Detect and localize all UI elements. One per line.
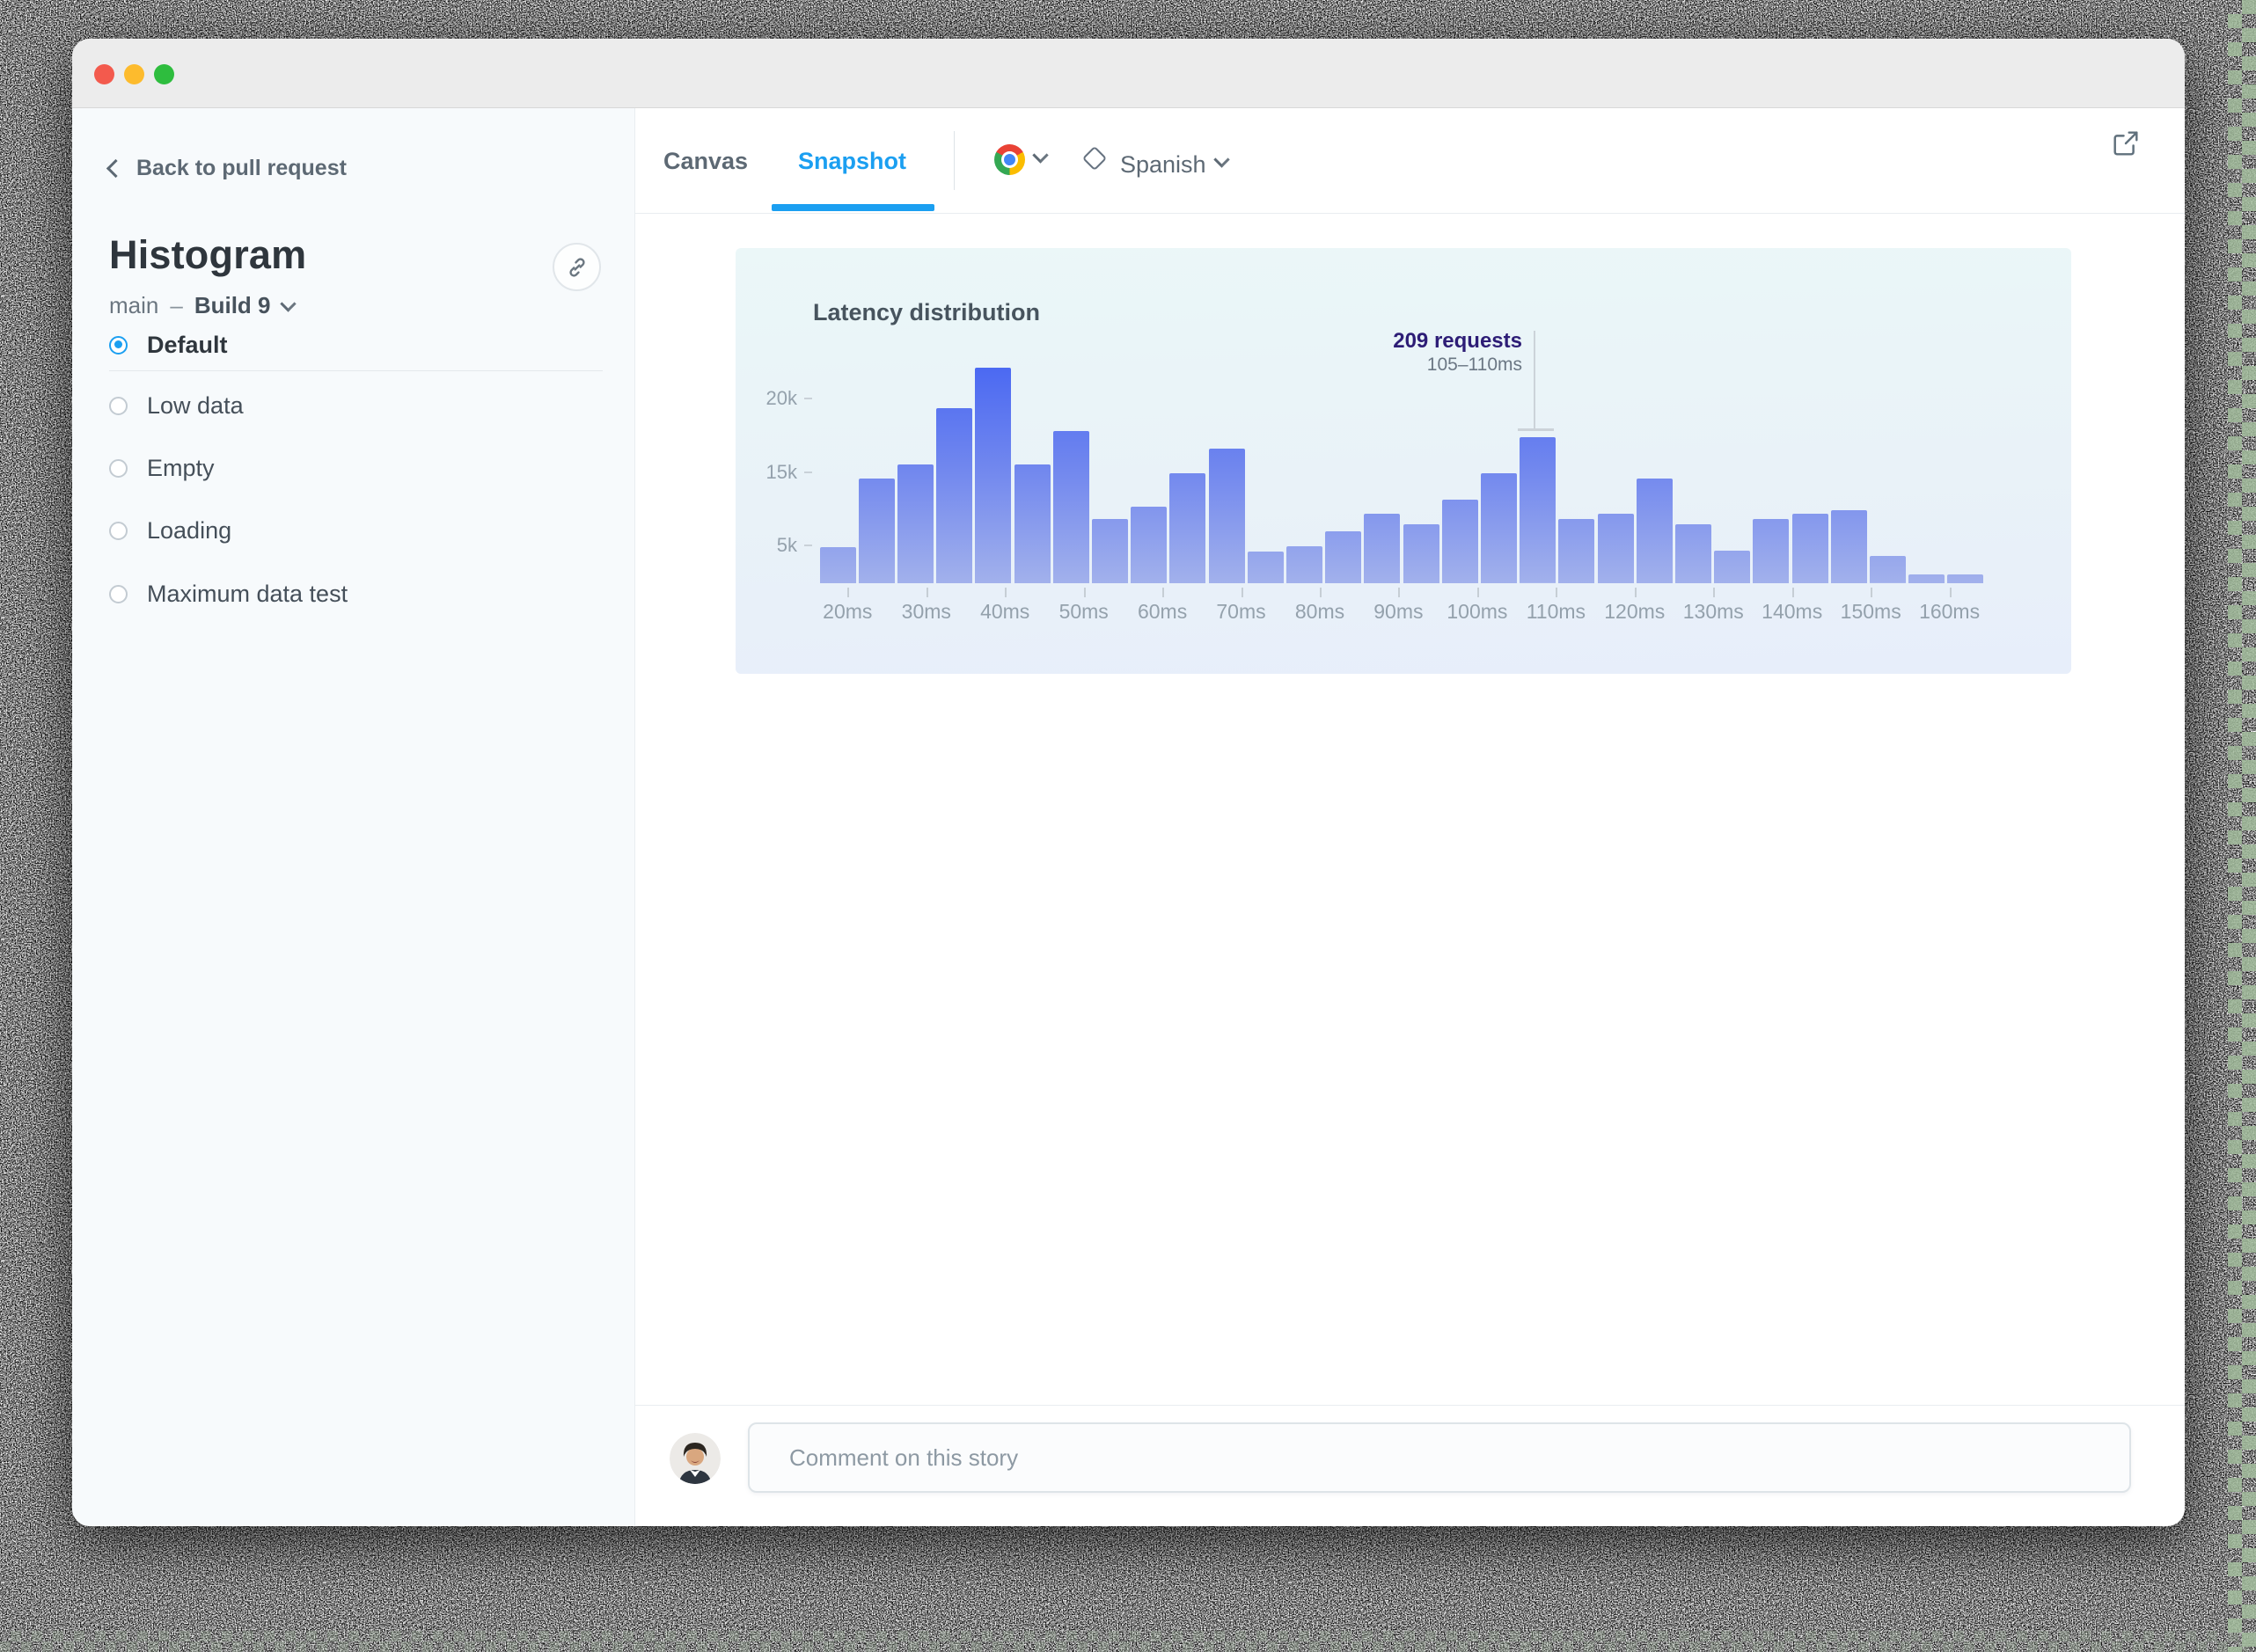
bar-120–125ms: [1636, 479, 1673, 584]
x-axis-tick: [1871, 588, 1873, 597]
x-axis-tick: [1556, 588, 1558, 597]
y-axis-label: 15k: [765, 460, 797, 483]
y-axis-label: 20k: [765, 387, 797, 410]
radio-selected-icon[interactable]: [109, 335, 128, 355]
x-axis-tick: [1713, 588, 1716, 597]
x-axis-label: 160ms: [1919, 600, 1981, 623]
bar-140–145ms: [1791, 513, 1828, 584]
x-axis-tick: [1241, 588, 1243, 597]
x-axis-tick: [1949, 588, 1952, 597]
chrome-icon[interactable]: [994, 144, 1025, 175]
story-item-label: Maximum data test: [147, 580, 348, 607]
x-axis-tick: [926, 588, 928, 597]
bar-60–65ms: [1169, 473, 1206, 584]
x-axis-tick: [1634, 588, 1637, 597]
bar-150–155ms: [1870, 556, 1907, 584]
active-tab-underline: [772, 204, 934, 211]
bar-50–55ms: [1092, 519, 1129, 584]
comment-divider: [635, 1405, 2185, 1406]
story-item-label: Loading: [147, 516, 232, 544]
y-axis-tick: [804, 545, 812, 546]
bar-85–90ms: [1364, 513, 1401, 584]
bar-20–25ms: [858, 478, 895, 584]
story-item-empty[interactable]: Empty: [109, 453, 215, 483]
tab-canvas[interactable]: Canvas: [663, 148, 748, 175]
bar-45–50ms: [1052, 430, 1089, 584]
avatar: [670, 1433, 721, 1484]
bar-155–160ms: [1908, 574, 1945, 584]
annotation-value: 209 requests: [1393, 329, 1522, 353]
story-item-low-data[interactable]: Low data: [109, 391, 244, 420]
bar-75–80ms: [1286, 546, 1323, 584]
tab-header-border: [635, 213, 2185, 214]
annotation-pointer-cap: [1518, 428, 1554, 431]
bar-105–110ms: [1520, 437, 1556, 584]
bar-110–115ms: [1558, 519, 1595, 584]
radio-icon[interactable]: [109, 521, 128, 540]
radio-icon[interactable]: [109, 396, 128, 415]
bar-135–140ms: [1753, 519, 1790, 584]
x-axis-tick: [1476, 588, 1479, 597]
snapshot-chart: Latency distribution 209 requests 105–11…: [736, 248, 2071, 674]
bar-70–75ms: [1247, 551, 1284, 584]
bar-40–45ms: [1014, 464, 1051, 584]
story-item-label: Low data: [147, 391, 244, 419]
bar-25–30ms: [897, 464, 934, 584]
bar-145–150ms: [1830, 509, 1867, 584]
radio-icon[interactable]: [109, 458, 128, 478]
bar-35–40ms: [975, 368, 1012, 584]
story-item-label: Empty: [147, 454, 215, 481]
bar-100–105ms: [1481, 473, 1518, 584]
x-axis-tick: [1791, 588, 1794, 597]
x-axis-tick: [1005, 588, 1007, 597]
x-axis-tick: [1162, 588, 1165, 597]
green-checker-strip: [2228, 0, 2256, 1652]
annotation-range: 105–110ms: [1426, 355, 1522, 375]
x-axis-tick: [1320, 588, 1322, 597]
y-axis-tick: [804, 471, 812, 473]
bar-80–85ms: [1325, 530, 1362, 584]
bar-160–165ms: [1947, 574, 1984, 584]
bar-15–20ms: [819, 546, 856, 584]
story-item-default[interactable]: Default: [109, 330, 228, 360]
radio-icon[interactable]: [109, 584, 128, 603]
locale-select[interactable]: Spanish: [1120, 151, 1206, 179]
bar-30–35ms: [936, 408, 973, 584]
bar-95–100ms: [1441, 500, 1478, 584]
bottom-checker-strip: [0, 1631, 2256, 1652]
bar-55–60ms: [1131, 507, 1168, 584]
story-item-loading[interactable]: Loading: [109, 515, 231, 545]
tab-snapshot[interactable]: Snapshot: [798, 148, 906, 175]
story-item-label: Default: [147, 331, 228, 358]
bar-90–95ms: [1403, 524, 1439, 584]
y-axis-label: 5k: [776, 534, 797, 556]
open-external-icon[interactable]: [2112, 129, 2140, 157]
tab-divider: [954, 131, 955, 190]
bar-130–135ms: [1714, 551, 1751, 584]
histogram-bars: [819, 367, 1990, 584]
app-window: Back to pull request Histogram main – Bu…: [72, 39, 2185, 1526]
x-axis-tick: [1398, 588, 1401, 597]
bar-115–120ms: [1597, 513, 1634, 584]
x-axis-tick: [847, 588, 850, 597]
x-axis-tick: [1083, 588, 1086, 597]
story-item-maximum-data-test[interactable]: Maximum data test: [109, 579, 348, 609]
bar-125–130ms: [1675, 524, 1712, 584]
bar-65–70ms: [1208, 449, 1245, 584]
chart-title: Latency distribution: [813, 299, 1041, 325]
comment-input[interactable]: [748, 1422, 2131, 1493]
y-axis-tick: [804, 398, 812, 400]
annotation-pointer-line: [1534, 331, 1535, 429]
